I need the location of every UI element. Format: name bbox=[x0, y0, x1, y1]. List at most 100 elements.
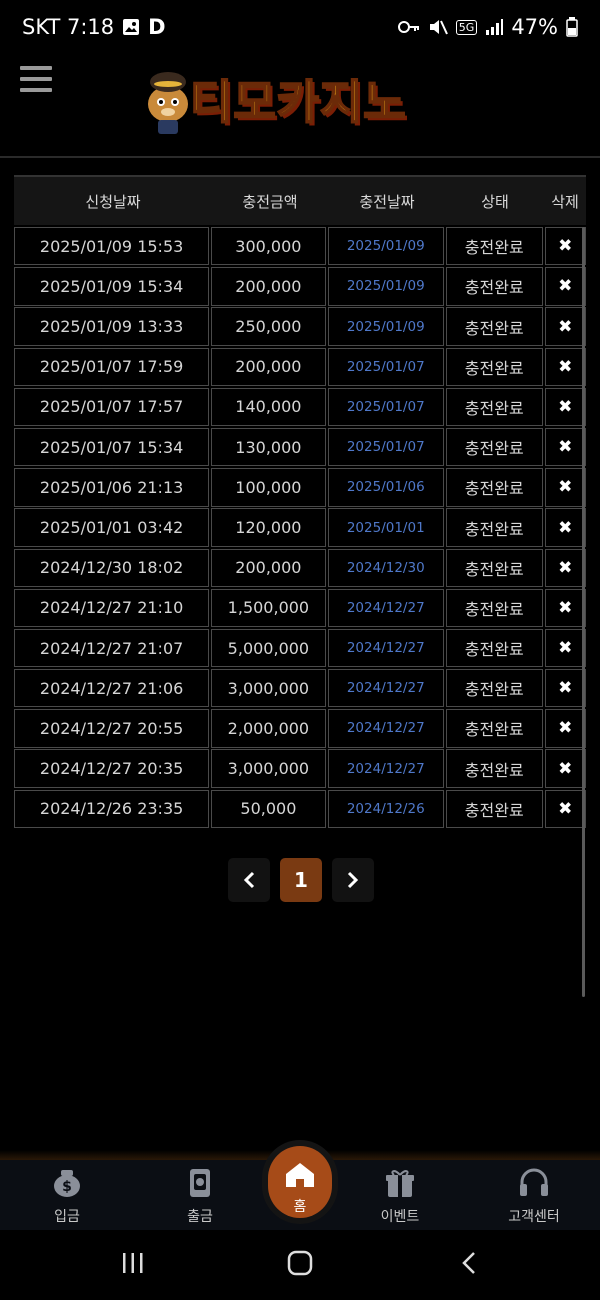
back-icon[interactable] bbox=[458, 1250, 480, 1276]
vertical-scrollbar[interactable] bbox=[582, 227, 585, 997]
delete-icon[interactable]: ✖ bbox=[558, 518, 572, 538]
delete-cell: ✖ bbox=[544, 588, 586, 628]
delete-cell: ✖ bbox=[544, 468, 586, 507]
delete-icon[interactable]: ✖ bbox=[558, 718, 572, 738]
charge-date-link[interactable]: 2025/01/07 bbox=[327, 347, 444, 386]
delete-icon[interactable]: ✖ bbox=[558, 678, 572, 698]
charge-date-link[interactable]: 2025/01/09 bbox=[327, 307, 444, 346]
request-date-cell: 2025/01/09 13:33 bbox=[14, 307, 210, 346]
delete-icon[interactable]: ✖ bbox=[558, 558, 572, 578]
charge-date-link[interactable]: 2025/01/06 bbox=[327, 468, 444, 507]
delete-cell: ✖ bbox=[544, 749, 586, 788]
delete-icon[interactable]: ✖ bbox=[558, 437, 572, 457]
delete-cell: ✖ bbox=[544, 307, 586, 346]
delete-cell: ✖ bbox=[544, 548, 586, 587]
hamburger-menu-icon[interactable] bbox=[20, 66, 52, 94]
request-date-cell: 2025/01/09 15:34 bbox=[14, 267, 210, 306]
nav-event[interactable]: 이벤트 bbox=[350, 1168, 450, 1226]
request-date-cell: 2024/12/30 18:02 bbox=[14, 548, 210, 587]
page-button-current[interactable]: 1 bbox=[280, 858, 322, 902]
delete-icon[interactable]: ✖ bbox=[558, 236, 572, 256]
system-nav-bar bbox=[0, 1232, 600, 1300]
amount-cell: 200,000 bbox=[211, 267, 326, 306]
charge-date-link[interactable]: 2024/12/30 bbox=[327, 548, 444, 587]
delete-icon[interactable]: ✖ bbox=[558, 276, 572, 296]
table-row: 2024/12/26 23:35 50,000 2024/12/26 충전완료 ✖ bbox=[14, 789, 586, 829]
amount-cell: 50,000 bbox=[211, 789, 326, 829]
status-cell: 충전완료 bbox=[445, 267, 543, 306]
carrier-time: SKT 7:18 bbox=[22, 15, 115, 39]
charge-date-link[interactable]: 2024/12/27 bbox=[327, 749, 444, 788]
status-cell: 충전완료 bbox=[445, 347, 543, 386]
table-row: 2024/12/27 21:06 3,000,000 2024/12/27 충전완료 ✖ bbox=[14, 669, 586, 708]
status-cell: 충전완료 bbox=[445, 628, 543, 668]
headset-icon bbox=[520, 1168, 548, 1196]
battery-percent: 47% bbox=[511, 15, 558, 39]
table-row: 2024/12/27 20:35 3,000,000 2024/12/27 충전완료 ✖ bbox=[14, 749, 586, 788]
status-letter: D bbox=[148, 15, 166, 39]
col-header-charge-date: 충전날짜 bbox=[359, 192, 415, 211]
delete-icon[interactable]: ✖ bbox=[558, 357, 572, 377]
charge-date-link[interactable]: 2024/12/27 bbox=[327, 669, 444, 708]
chevron-left-icon bbox=[243, 871, 255, 889]
amount-cell: 3,000,000 bbox=[211, 749, 326, 788]
home-system-icon[interactable] bbox=[287, 1250, 313, 1276]
nav-deposit[interactable]: $ 입금 bbox=[17, 1168, 117, 1226]
delete-cell: ✖ bbox=[544, 227, 586, 266]
status-cell: 충전완료 bbox=[445, 307, 543, 346]
nav-home-button[interactable]: 홈 bbox=[268, 1146, 332, 1218]
nav-withdraw[interactable]: 출금 bbox=[150, 1168, 250, 1226]
nav-support[interactable]: 고객센터 bbox=[484, 1168, 584, 1226]
amount-cell: 200,000 bbox=[211, 548, 326, 587]
gift-icon bbox=[386, 1170, 414, 1197]
col-header-request-date: 신청날짜 bbox=[85, 192, 141, 211]
request-date-cell: 2024/12/27 21:06 bbox=[14, 669, 210, 708]
app-header: 티모카지노 bbox=[0, 56, 600, 158]
delete-icon[interactable]: ✖ bbox=[558, 759, 572, 779]
nav-home-label: 홈 bbox=[293, 1199, 307, 1215]
status-cell: 충전완료 bbox=[445, 789, 543, 829]
status-left: SKT 7:18 D bbox=[22, 15, 166, 39]
delete-icon[interactable]: ✖ bbox=[558, 638, 572, 658]
table-row: 2024/12/27 20:55 2,000,000 2024/12/27 충전완료 ✖ bbox=[14, 709, 586, 748]
status-cell: 충전완료 bbox=[445, 548, 543, 587]
charge-date-link[interactable]: 2024/12/27 bbox=[327, 588, 444, 628]
mascot-icon bbox=[148, 72, 188, 134]
request-date-cell: 2025/01/07 17:59 bbox=[14, 347, 210, 386]
charge-date-link[interactable]: 2025/01/07 bbox=[327, 387, 444, 427]
charge-date-link[interactable]: 2025/01/01 bbox=[327, 508, 444, 547]
logo-text: 티모카지노 bbox=[189, 74, 407, 130]
amount-cell: 2,000,000 bbox=[211, 709, 326, 748]
charge-date-link[interactable]: 2024/12/27 bbox=[327, 709, 444, 748]
nav-deposit-label: 입금 bbox=[54, 1209, 80, 1225]
status-cell: 충전완료 bbox=[445, 227, 543, 266]
delete-icon[interactable]: ✖ bbox=[558, 317, 572, 337]
request-date-cell: 2024/12/27 21:10 bbox=[14, 588, 210, 628]
amount-cell: 130,000 bbox=[211, 427, 326, 467]
next-page-button[interactable] bbox=[332, 858, 374, 902]
status-cell: 충전완료 bbox=[445, 468, 543, 507]
request-date-cell: 2024/12/27 20:55 bbox=[14, 709, 210, 748]
recent-apps-icon[interactable] bbox=[120, 1250, 146, 1276]
delete-icon[interactable]: ✖ bbox=[558, 397, 572, 417]
amount-cell: 120,000 bbox=[211, 508, 326, 547]
delete-icon[interactable]: ✖ bbox=[558, 598, 572, 618]
table-row: 2025/01/07 15:34 130,000 2025/01/07 충전완료 ✖ bbox=[14, 427, 586, 467]
amount-cell: 250,000 bbox=[211, 307, 326, 346]
request-date-cell: 2025/01/07 15:34 bbox=[14, 427, 210, 467]
table-row: 2025/01/09 13:33 250,000 2025/01/09 충전완료 ✖ bbox=[14, 307, 586, 346]
signal-icon bbox=[486, 19, 504, 35]
delete-icon[interactable]: ✖ bbox=[558, 799, 572, 819]
charge-date-link[interactable]: 2025/01/09 bbox=[327, 267, 444, 306]
charge-date-link[interactable]: 2024/12/26 bbox=[327, 789, 444, 829]
delete-icon[interactable]: ✖ bbox=[558, 477, 572, 497]
charge-date-link[interactable]: 2025/01/07 bbox=[327, 427, 444, 467]
prev-page-button[interactable] bbox=[228, 858, 270, 902]
site-logo[interactable]: 티모카지노 bbox=[138, 62, 458, 138]
charge-date-link[interactable]: 2025/01/09 bbox=[327, 227, 444, 266]
nav-event-label: 이벤트 bbox=[380, 1209, 420, 1225]
home-icon bbox=[286, 1163, 314, 1187]
charge-date-link[interactable]: 2024/12/27 bbox=[327, 628, 444, 668]
table-body: 2025/01/09 15:53 300,000 2025/01/09 충전완료 ✖ 20… bbox=[14, 227, 586, 829]
status-cell: 충전완료 bbox=[445, 749, 543, 788]
